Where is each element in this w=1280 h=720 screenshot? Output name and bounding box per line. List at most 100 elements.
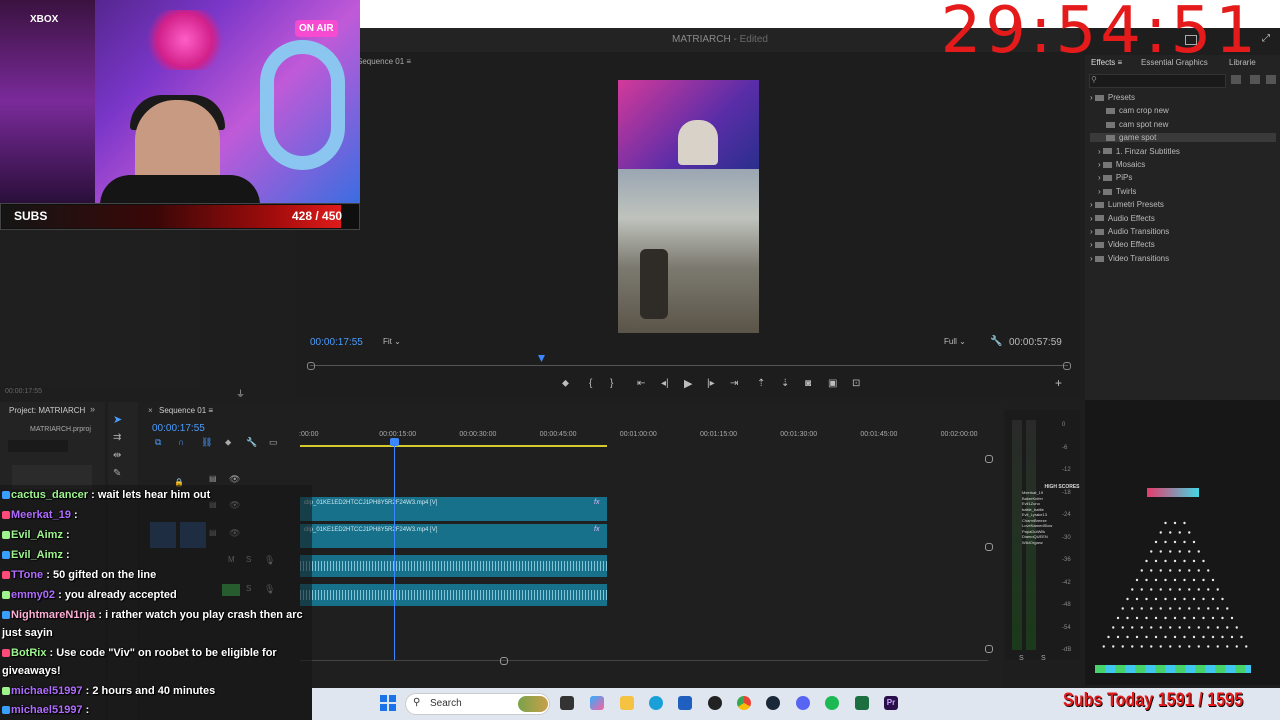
audio-clip-a2[interactable] [300, 584, 607, 606]
audio-waveform [300, 561, 607, 571]
yuv-effects-icon[interactable] [1266, 75, 1276, 84]
go-to-in-icon[interactable]: ⇤ [637, 378, 645, 389]
sync-lock-icon[interactable]: ▤ [209, 474, 217, 483]
fullscreen-icon[interactable]: ⤢ [1262, 33, 1270, 44]
windows-start-icon[interactable] [380, 695, 396, 711]
program-sequence-tab[interactable]: Sequence 01 ≡ [357, 57, 411, 66]
audio-clip-a1[interactable] [300, 555, 607, 577]
selection-tool-icon[interactable]: ➤ [113, 413, 122, 426]
wrench-icon[interactable]: 🔧 [990, 336, 1002, 347]
32bit-effects-icon[interactable] [1250, 75, 1260, 84]
accelerated-effects-icon[interactable] [1231, 75, 1241, 84]
track-select-tool-icon[interactable]: ⇉ [113, 432, 121, 443]
nest-icon[interactable]: ⧉ [155, 437, 161, 448]
more-panels-icon[interactable]: » [90, 404, 95, 414]
effects-tree-item[interactable]: › Audio Effects [1090, 214, 1276, 223]
comparison-icon[interactable]: ▣ [828, 378, 837, 389]
effects-tree-item[interactable]: game spot [1090, 133, 1276, 143]
effects-tree-item[interactable]: › Audio Transitions [1090, 227, 1276, 236]
timeline-timecode[interactable]: 00:00:17:55 [152, 423, 205, 434]
file-explorer-icon[interactable] [620, 696, 634, 710]
filter-icon[interactable]: ⏚ [236, 387, 245, 400]
chat-username[interactable]: NightmareN1nja [11, 609, 95, 621]
effects-tree-item[interactable]: › Presets [1090, 93, 1276, 102]
project-search-input[interactable] [8, 440, 68, 452]
chat-username[interactable]: Evil_Aimz [11, 529, 63, 541]
effects-tree-item[interactable]: › Lumetri Presets [1090, 200, 1276, 209]
edge-icon[interactable] [649, 696, 663, 710]
effects-tree-item[interactable]: cam crop new [1090, 106, 1276, 115]
razor-tool-icon[interactable]: ✎ [113, 468, 121, 479]
window-restore-icon[interactable] [1185, 35, 1197, 45]
video-clip-v1[interactable]: clip_01KE1ED2HTCCJ1PH8Y5R2F24W3.mp4 [V] [300, 524, 607, 548]
vertical-scroll-handle[interactable] [985, 645, 993, 653]
eye-icon[interactable]: 👁 [229, 474, 240, 485]
linked-selection-icon[interactable]: ⛓ [201, 437, 212, 448]
program-scrubber[interactable] [310, 365, 1068, 366]
step-back-icon[interactable]: ◂| [661, 378, 669, 389]
search-highlight-icon[interactable] [518, 696, 548, 712]
chat-username[interactable]: TTone [11, 569, 43, 581]
chat-username[interactable]: BotRix [11, 647, 46, 659]
work-area-bar[interactable] [300, 445, 607, 447]
timeline-playhead[interactable] [390, 438, 399, 446]
settings-icon[interactable]: ⊡ [852, 378, 860, 389]
close-icon[interactable]: × [148, 406, 153, 415]
effects-tree-item[interactable]: › Video Transitions [1090, 254, 1276, 263]
vertical-scroll-handle[interactable] [985, 543, 993, 551]
add-button-icon[interactable]: + [1055, 376, 1062, 390]
project-tab[interactable]: Project: MATRIARCH [9, 406, 85, 415]
obs-icon[interactable] [708, 696, 722, 710]
task-view-icon[interactable] [560, 696, 574, 710]
ruler-label: 00:02:00:00 [940, 431, 978, 438]
vertical-scroll-handle[interactable] [985, 455, 993, 463]
mark-out-icon[interactable]: } [610, 378, 613, 389]
steam-icon[interactable] [766, 696, 780, 710]
webcam-left-wall [0, 0, 95, 203]
effects-tree-item[interactable]: › Video Effects [1090, 240, 1276, 249]
program-timecode[interactable]: 00:00:17:55 [310, 337, 363, 348]
effects-search-input[interactable] [1089, 74, 1226, 88]
ripple-edit-tool-icon[interactable]: ⇹ [113, 450, 121, 461]
wrench-icon[interactable]: 🔧 [246, 437, 257, 448]
chat-username[interactable]: emmy02 [11, 589, 55, 601]
snap-icon[interactable]: ∩ [178, 437, 184, 447]
quality-select[interactable]: Full ⌄ [944, 337, 966, 346]
chat-username[interactable]: michael51997 [11, 704, 83, 716]
meter-solo-left[interactable]: S [1019, 655, 1024, 662]
spotify-icon[interactable] [825, 696, 839, 710]
chat-username[interactable]: michael51997 [11, 685, 83, 697]
premiere-icon[interactable]: Pr [884, 696, 898, 710]
chat-username[interactable]: cactus_dancer [11, 489, 88, 501]
effects-tree-item[interactable]: cam spot new [1090, 120, 1276, 129]
mark-in-icon[interactable]: { [589, 378, 592, 389]
lift-icon[interactable]: ⇡ [757, 378, 765, 389]
timeline-scrollbar[interactable] [300, 660, 988, 661]
scrub-start-handle[interactable] [307, 362, 315, 370]
effects-tree-item[interactable]: › 1. Finzar Subtitles [1090, 147, 1276, 156]
extract-icon[interactable]: ⇣ [781, 378, 789, 389]
scrollbar-handle[interactable] [500, 657, 508, 665]
meter-solo-right[interactable]: S [1041, 655, 1046, 662]
chat-username[interactable]: Evil_Aimz [11, 549, 63, 561]
go-to-out-icon[interactable]: ⇥ [730, 378, 738, 389]
effects-tree-item[interactable]: › Mosaics [1090, 160, 1276, 169]
add-marker-icon[interactable]: ⬥ [225, 437, 231, 448]
timeline-sequence-tab[interactable]: Sequence 01 ≡ [159, 406, 213, 415]
video-clip-v2[interactable]: clip_01KE1ED2HTCCJ1PH8Y5R2F24W3.mp4 [V] [300, 497, 607, 521]
effects-tree-item[interactable]: › Twirls [1090, 187, 1276, 196]
captions-icon[interactable]: ▭ [269, 437, 278, 448]
copilot-icon[interactable] [590, 696, 604, 710]
step-forward-icon[interactable]: |▸ [707, 378, 715, 389]
play-icon[interactable]: ▶ [684, 377, 692, 390]
export-frame-icon[interactable]: ◙ [805, 378, 811, 389]
chat-username[interactable]: Meerkat_19 [11, 509, 71, 521]
chrome-icon[interactable] [737, 696, 751, 710]
store-icon[interactable] [678, 696, 692, 710]
excel-icon[interactable] [855, 696, 869, 710]
scrub-end-handle[interactable] [1063, 362, 1071, 370]
fit-select[interactable]: Fit ⌄ [383, 337, 425, 349]
discord-icon[interactable] [796, 696, 810, 710]
marker-icon[interactable]: ⬥ [562, 378, 569, 389]
effects-tree-item[interactable]: › PiPs [1090, 173, 1276, 182]
